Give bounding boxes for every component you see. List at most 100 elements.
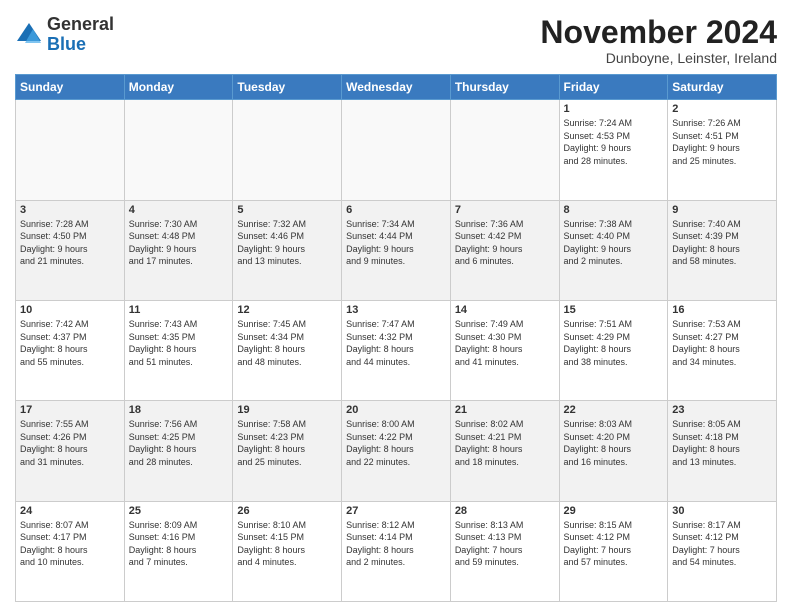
day-number: 5 [237, 204, 337, 216]
day-number: 11 [129, 304, 229, 316]
day-info: Sunrise: 7:28 AM Sunset: 4:50 PM Dayligh… [20, 218, 120, 268]
day-number: 18 [129, 404, 229, 416]
day-number: 30 [672, 505, 772, 517]
header: General Blue November 2024 Dunboyne, Lei… [15, 15, 777, 66]
day-number: 26 [237, 505, 337, 517]
day-info: Sunrise: 8:17 AM Sunset: 4:12 PM Dayligh… [672, 519, 772, 569]
calendar-cell: 21 Sunrise: 8:02 AM Sunset: 4:21 PM Dayli… [450, 401, 559, 501]
calendar-cell: 23Sunrise: 8:05 AM Sunset: 4:18 PM Dayli… [668, 401, 777, 501]
day-info: Sunrise: 8:03 AM Sunset: 4:20 PM Dayligh… [564, 418, 664, 468]
day-info: Sunrise: 7:56 AM Sunset: 4:25 PM Dayligh… [129, 418, 229, 468]
calendar-cell [16, 100, 125, 200]
calendar-cell: 25Sunrise: 8:09 AM Sunset: 4:16 PM Dayli… [124, 501, 233, 601]
day-info: Sunrise: 8:15 AM Sunset: 4:12 PM Dayligh… [564, 519, 664, 569]
calendar-cell: 1Sunrise: 7:24 AM Sunset: 4:53 PM Daylig… [559, 100, 668, 200]
day-number: 28 [455, 505, 555, 517]
day-number: 1 [564, 103, 664, 115]
day-info: Sunrise: 7:49 AM Sunset: 4:30 PM Dayligh… [455, 318, 555, 368]
calendar-cell: 17 Sunrise: 7:55 AM Sunset: 4:26 PM Dayli… [16, 401, 125, 501]
calendar-cell: 16 Sunrise: 7:53 AM Sunset: 4:27 PM Dayli… [668, 300, 777, 400]
day-info: Sunrise: 7:43 AM Sunset: 4:35 PM Dayligh… [129, 318, 229, 368]
calendar-cell: 13Sunrise: 7:47 AM Sunset: 4:32 PM Dayli… [342, 300, 451, 400]
calendar-week-row: 10Sunrise: 7:42 AM Sunset: 4:37 PM Dayli… [16, 300, 777, 400]
calendar: Sunday Monday Tuesday Wednesday Thursday… [15, 74, 777, 602]
day-info: Sunrise: 8:02 AM Sunset: 4:21 PM Dayligh… [455, 418, 555, 468]
day-info: Sunrise: 8:12 AM Sunset: 4:14 PM Dayligh… [346, 519, 446, 569]
calendar-cell: 4 Sunrise: 7:30 AM Sunset: 4:48 PM Daylig… [124, 200, 233, 300]
day-info: Sunrise: 7:30 AM Sunset: 4:48 PM Dayligh… [129, 218, 229, 268]
calendar-cell: 9 Sunrise: 7:40 AM Sunset: 4:39 PM Daylig… [668, 200, 777, 300]
day-number: 23 [672, 404, 772, 416]
day-number: 19 [237, 404, 337, 416]
weekday-header-row: Sunday Monday Tuesday Wednesday Thursday… [16, 75, 777, 100]
day-number: 12 [237, 304, 337, 316]
calendar-cell: 10Sunrise: 7:42 AM Sunset: 4:37 PM Dayli… [16, 300, 125, 400]
calendar-cell: 22 Sunrise: 8:03 AM Sunset: 4:20 PM Dayli… [559, 401, 668, 501]
calendar-cell: 18 Sunrise: 7:56 AM Sunset: 4:25 PM Dayli… [124, 401, 233, 501]
day-number: 7 [455, 204, 555, 216]
day-number: 13 [346, 304, 446, 316]
day-info: Sunrise: 7:51 AM Sunset: 4:29 PM Dayligh… [564, 318, 664, 368]
location-subtitle: Dunboyne, Leinster, Ireland [540, 50, 777, 66]
day-info: Sunrise: 7:55 AM Sunset: 4:26 PM Dayligh… [20, 418, 120, 468]
day-number: 8 [564, 204, 664, 216]
day-info: Sunrise: 8:13 AM Sunset: 4:13 PM Dayligh… [455, 519, 555, 569]
day-number: 9 [672, 204, 772, 216]
calendar-week-row: 17 Sunrise: 7:55 AM Sunset: 4:26 PM Dayli… [16, 401, 777, 501]
calendar-cell: 5 Sunrise: 7:32 AM Sunset: 4:46 PM Daylig… [233, 200, 342, 300]
logo-general: General [47, 14, 114, 34]
day-info: Sunrise: 7:58 AM Sunset: 4:23 PM Dayligh… [237, 418, 337, 468]
day-number: 16 [672, 304, 772, 316]
calendar-cell: 26Sunrise: 8:10 AM Sunset: 4:15 PM Dayli… [233, 501, 342, 601]
day-info: Sunrise: 7:38 AM Sunset: 4:40 PM Dayligh… [564, 218, 664, 268]
day-number: 3 [20, 204, 120, 216]
day-info: Sunrise: 7:40 AM Sunset: 4:39 PM Dayligh… [672, 218, 772, 268]
logo-text: General Blue [47, 15, 114, 55]
page: General Blue November 2024 Dunboyne, Lei… [0, 0, 792, 612]
calendar-cell: 30 Sunrise: 8:17 AM Sunset: 4:12 PM Dayli… [668, 501, 777, 601]
header-sunday: Sunday [16, 75, 125, 100]
day-info: Sunrise: 7:34 AM Sunset: 4:44 PM Dayligh… [346, 218, 446, 268]
calendar-cell: 19 Sunrise: 7:58 AM Sunset: 4:23 PM Dayli… [233, 401, 342, 501]
day-info: Sunrise: 8:07 AM Sunset: 4:17 PM Dayligh… [20, 519, 120, 569]
header-monday: Monday [124, 75, 233, 100]
calendar-cell: 24 Sunrise: 8:07 AM Sunset: 4:17 PM Dayli… [16, 501, 125, 601]
day-info: Sunrise: 7:45 AM Sunset: 4:34 PM Dayligh… [237, 318, 337, 368]
day-info: Sunrise: 7:53 AM Sunset: 4:27 PM Dayligh… [672, 318, 772, 368]
day-number: 21 [455, 404, 555, 416]
title-block: November 2024 Dunboyne, Leinster, Irelan… [540, 15, 777, 66]
day-info: Sunrise: 8:09 AM Sunset: 4:16 PM Dayligh… [129, 519, 229, 569]
logo-blue: Blue [47, 34, 86, 54]
header-thursday: Thursday [450, 75, 559, 100]
day-number: 29 [564, 505, 664, 517]
logo: General Blue [15, 15, 114, 55]
calendar-cell: 3 Sunrise: 7:28 AM Sunset: 4:50 PM Daylig… [16, 200, 125, 300]
calendar-cell: 11 Sunrise: 7:43 AM Sunset: 4:35 PM Dayli… [124, 300, 233, 400]
calendar-week-row: 3 Sunrise: 7:28 AM Sunset: 4:50 PM Daylig… [16, 200, 777, 300]
day-number: 6 [346, 204, 446, 216]
day-info: Sunrise: 7:32 AM Sunset: 4:46 PM Dayligh… [237, 218, 337, 268]
day-number: 15 [564, 304, 664, 316]
header-friday: Friday [559, 75, 668, 100]
calendar-cell [450, 100, 559, 200]
day-number: 24 [20, 505, 120, 517]
calendar-cell: 29 Sunrise: 8:15 AM Sunset: 4:12 PM Dayli… [559, 501, 668, 601]
day-number: 17 [20, 404, 120, 416]
day-number: 27 [346, 505, 446, 517]
calendar-cell: 2Sunrise: 7:26 AM Sunset: 4:51 PM Daylig… [668, 100, 777, 200]
calendar-cell [124, 100, 233, 200]
day-number: 2 [672, 103, 772, 115]
month-title: November 2024 [540, 15, 777, 50]
calendar-cell [342, 100, 451, 200]
calendar-cell: 6 Sunrise: 7:34 AM Sunset: 4:44 PM Daylig… [342, 200, 451, 300]
day-info: Sunrise: 8:00 AM Sunset: 4:22 PM Dayligh… [346, 418, 446, 468]
calendar-week-row: 1Sunrise: 7:24 AM Sunset: 4:53 PM Daylig… [16, 100, 777, 200]
calendar-cell [233, 100, 342, 200]
logo-icon [15, 21, 43, 49]
day-number: 22 [564, 404, 664, 416]
calendar-cell: 7 Sunrise: 7:36 AM Sunset: 4:42 PM Daylig… [450, 200, 559, 300]
calendar-cell: 14Sunrise: 7:49 AM Sunset: 4:30 PM Dayli… [450, 300, 559, 400]
day-info: Sunrise: 7:36 AM Sunset: 4:42 PM Dayligh… [455, 218, 555, 268]
day-number: 4 [129, 204, 229, 216]
calendar-cell: 28 Sunrise: 8:13 AM Sunset: 4:13 PM Dayli… [450, 501, 559, 601]
